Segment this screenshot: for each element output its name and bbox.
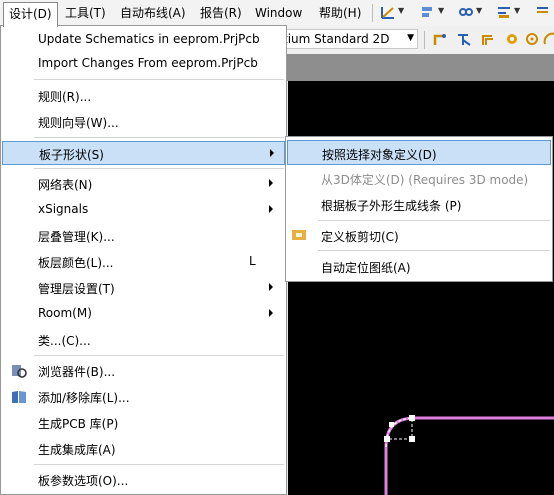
submenu-item-define-from-3d: 从3D体定义(D) (Requires 3D mode) (287, 166, 551, 191)
selection-handle[interactable] (409, 415, 415, 421)
menu-item-label: 浏览器件(B)... (38, 365, 116, 379)
menu-item-make-pcb-library[interactable]: 生成PCB 库(P) (2, 411, 285, 435)
menu-item-label: Import Changes From eeprom.PrjPcb (38, 56, 258, 70)
menu-bar: 设计(D) 工具(T) 自动布线(A) 报告(R) Window 帮助(H) ▼… (0, 0, 554, 27)
menu-item-label: 板子形状(S) (39, 148, 104, 162)
submenu-item-define-from-selected[interactable]: 按照选择对象定义(D) (287, 140, 551, 165)
menu-separator (34, 79, 284, 80)
board-shape-submenu: 按照选择对象定义(D) 从3D体定义(D) (Requires 3D mode)… (285, 136, 553, 282)
submenu-item-create-primitives[interactable]: 根据板子外形生成线条 (P) (287, 192, 551, 217)
menu-separator (34, 168, 284, 169)
submenu-item-define-board-cutout[interactable]: 定义板剪切(C) (287, 223, 551, 248)
menu-reports[interactable]: 报告(R) (195, 3, 247, 23)
arc-icon[interactable] (542, 31, 554, 47)
menu-item-label: 管理层设置(T) (38, 282, 115, 296)
menu-item-label: 添加/移除库(L)... (38, 391, 130, 405)
measure-icon[interactable] (380, 4, 396, 20)
chevron-down-icon: ▼ (407, 33, 414, 43)
menu-item-classes[interactable]: 类...(C)... (2, 328, 285, 352)
submenu-item-auto-position-sheet[interactable]: 自动定位图纸(A) (287, 254, 551, 279)
grid-icon[interactable] (496, 4, 512, 20)
submenu-arrow-icon (270, 149, 274, 157)
chevron-down-icon[interactable]: ▼ (398, 6, 404, 15)
menu-separator (34, 355, 284, 356)
selection-handle[interactable] (384, 436, 390, 442)
toolbar-separator (372, 4, 373, 22)
menu-item-label: xSignals (38, 202, 89, 216)
submenu-item-label: 定义板剪切(C) (321, 230, 399, 244)
via-icon[interactable] (524, 31, 540, 47)
selection-handle[interactable] (409, 436, 415, 442)
pad-icon[interactable] (504, 31, 520, 47)
menu-item-layer-stack-manager[interactable]: 层叠管理(K)... (2, 224, 285, 248)
toolbar-separator (424, 31, 425, 49)
menu-item-rules[interactable]: 规则(R)... (2, 84, 285, 108)
menu-item-label: 规则向导(W)... (38, 116, 119, 130)
view-config-value: tium Standard 2D (283, 32, 390, 46)
submenu-item-label: 从3D体定义(D) (Requires 3D mode) (321, 173, 529, 187)
menu-item-label: 板参数选项(O)... (38, 474, 129, 488)
menu-item-browse-components[interactable]: 浏览器件(B)... (2, 359, 285, 383)
submenu-item-label: 自动定位图纸(A) (321, 261, 411, 275)
menu-item-import-changes[interactable]: Import Changes From eeprom.PrjPcb (2, 52, 285, 76)
menu-item-add-remove-library[interactable]: 添加/移除库(L)... (2, 385, 285, 409)
menu-item-label: 层叠管理(K)... (38, 230, 115, 244)
submenu-item-label: 按照选择对象定义(D) (322, 148, 437, 162)
menu-item-label: 规则(R)... (38, 90, 92, 104)
submenu-arrow-icon (269, 309, 273, 317)
menu-design[interactable]: 设计(D) (3, 2, 58, 27)
menu-item-make-integrated-library[interactable]: 生成集成库(A) (2, 437, 285, 461)
submenu-arrow-icon (269, 179, 273, 187)
diff-pair-icon[interactable] (480, 31, 496, 47)
chevron-down-icon[interactable]: ▼ (476, 6, 482, 15)
menu-item-label: 网络表(N) (38, 178, 93, 192)
menu-autoroute[interactable]: 自动布线(A) (115, 3, 191, 23)
menu-item-board-shape[interactable]: 板子形状(S) (2, 141, 285, 165)
menu-item-shortcut: L (249, 254, 256, 268)
find-icon[interactable] (458, 4, 474, 20)
menu-window[interactable]: Window (250, 3, 307, 23)
menu-item-label: Room(M) (38, 306, 92, 320)
menu-separator (34, 464, 284, 465)
chevron-down-icon[interactable]: ▼ (514, 6, 520, 15)
menu-item-room[interactable]: Room(M) (2, 302, 285, 326)
menu-item-board-layer-colors[interactable]: 板层颜色(L)... L (2, 250, 285, 274)
align-icon[interactable] (420, 4, 436, 20)
browse-components-icon (12, 365, 27, 378)
menu-item-netlist[interactable]: 网络表(N) (2, 172, 285, 196)
chevron-down-icon[interactable]: ▼ (438, 6, 444, 15)
menu-tools[interactable]: 工具(T) (60, 3, 111, 23)
design-menu: Update Schematics in eeprom.PrjPcb Impor… (0, 25, 287, 495)
menu-item-label: 生成PCB 库(P) (38, 417, 119, 431)
menu-item-label: 类...(C)... (38, 334, 91, 348)
view-config-dropdown[interactable]: tium Standard 2D ▼ (278, 29, 418, 49)
menu-item-update-schematics[interactable]: Update Schematics in eeprom.PrjPcb (2, 28, 285, 52)
submenu-arrow-icon (269, 205, 273, 213)
menu-separator (318, 220, 550, 221)
menu-help[interactable]: 帮助(H) (314, 3, 366, 23)
menu-item-board-options[interactable]: 板参数选项(O)... (2, 468, 285, 492)
menu-separator (34, 137, 284, 138)
route-multiple-icon[interactable] (456, 31, 472, 47)
menu-item-manage-layer-sets[interactable]: 管理层设置(T) (2, 276, 285, 300)
menu-item-label: 板层颜色(L)... (38, 256, 114, 270)
submenu-arrow-icon (269, 283, 273, 291)
selection-handle[interactable] (389, 422, 394, 427)
menu-separator (318, 250, 550, 251)
menu-item-label: 生成集成库(A) (38, 443, 116, 457)
menu-item-xsignals[interactable]: xSignals (2, 198, 285, 222)
layers-icon[interactable] (534, 4, 550, 20)
submenu-item-label: 根据板子外形生成线条 (P) (321, 199, 462, 213)
menu-item-rule-wizard[interactable]: 规则向导(W)... (2, 110, 285, 134)
interactive-route-icon[interactable] (432, 31, 448, 47)
library-book-icon (12, 391, 26, 403)
board-cutout-icon (292, 230, 306, 240)
menu-item-label: Update Schematics in eeprom.PrjPcb (38, 32, 260, 46)
